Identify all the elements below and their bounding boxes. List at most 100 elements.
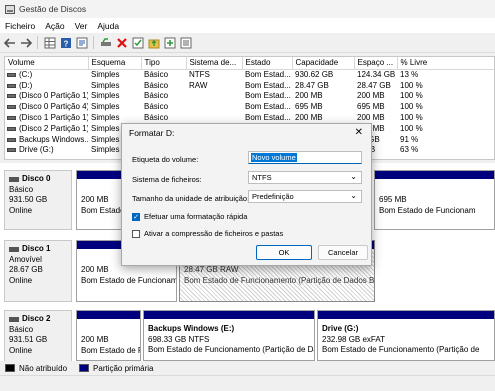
allocation-unit-select[interactable]: Predefinição ⌄ [248,190,362,203]
ok-button[interactable]: OK [256,245,312,260]
connect-icon[interactable] [99,36,112,49]
volume-name: (D:) [19,80,33,90]
table-row[interactable]: (C:) Simples Básico NTFS Bom Estad... 930.62 … [5,69,494,80]
forward-icon[interactable] [19,36,32,49]
back-icon[interactable] [3,36,16,49]
partition-size: 28.47 GB RAW [184,265,239,274]
disk-status: Online [9,275,33,285]
disk-size: 931.51 GB [9,335,48,344]
volume-name: (Disco 0 Partição 1) [19,91,88,101]
volume-icon [7,148,16,153]
volume-name: Backups Windows... [19,134,88,144]
table-row[interactable]: (D:) Simples Básico RAW Bom Estad... 28.47 GB… [5,80,494,91]
partition-stripe [318,311,494,319]
cell-volume: (Disco 0 Partição 1) [5,91,88,102]
cell-scheme: Simples [91,102,120,112]
quick-format-checkbox[interactable]: ✓ [132,212,140,221]
delete-icon[interactable] [115,36,128,49]
filesystem-caption: Sistema de ficheiros: [132,175,202,184]
column-header-volume[interactable]: Volume [5,57,89,70]
grid-icon[interactable] [43,36,56,49]
partition-size: 232.98 GB exFAT [322,334,385,344]
table-row[interactable]: (Disco 0 Partição 1) Simples Básico Bom Est… [5,91,494,102]
volume-label-caption: Etiqueta do volume: [132,155,199,164]
partition-status: Bom Estado de Funcionamento (Partição de… [148,345,315,354]
table-header-row: Volume Esquema Tipo Sistema de... Estado… [5,57,494,70]
column-header-scheme[interactable]: Esquema [88,57,142,70]
disk-icon [9,246,19,252]
partition[interactable]: 200 MB Bom Estado de Fi [76,310,141,361]
legend-label-primary: Partição primária [93,363,154,373]
column-header-status[interactable]: Estado [242,57,293,70]
compression-option[interactable]: Ativar a compressão de ficheiros e pasta… [132,229,283,238]
volume-name: (Disco 1 Partição 1) [19,113,88,123]
menu-bar: Ficheiro Ação Ver Ajuda [0,18,495,33]
table-row[interactable]: (Disco 0 Partição 4) Simples Básico Bom Est… [5,101,494,112]
help-icon[interactable]: ? [59,36,72,49]
cell-percent-free: 100 % [400,91,423,101]
cell-status: Bom Estad... [245,91,291,101]
column-header-free-space[interactable]: Espaço ... [354,57,398,70]
disk-row: Disco 2 Básico 931.51 GB Online 200 MB B… [0,310,495,364]
cell-filesystem: RAW [189,80,208,90]
disk-label[interactable]: Disco 0 Básico 931.50 GB Online [4,170,72,230]
column-header-filesystem[interactable]: Sistema de... [186,57,243,70]
cell-filesystem [186,112,242,123]
disk-name: Disco 2 [22,314,51,323]
cell-volume: (Disco 0 Partição 4) [5,101,88,112]
list-icon[interactable] [179,36,192,49]
volume-label-field[interactable]: Novo volume [248,151,362,164]
filesystem-value: NTFS [252,173,272,182]
cell-capacity: 695 MB [295,102,323,112]
cell-type: Básico [144,113,169,123]
chevron-down-icon: ⌄ [350,172,357,181]
check-icon[interactable] [131,36,144,49]
disk-name: Disco 1 [22,244,51,253]
cell-volume: (C:) [5,69,88,80]
disk-name-line: Disco 1 [9,244,67,255]
column-header-type[interactable]: Tipo [141,57,187,70]
volume-icon [7,83,16,88]
cell-free-space: 695 MB [357,102,385,112]
column-header-percent-free[interactable]: % Livre [397,57,494,70]
partition[interactable]: 695 MB Bom Estado de Funcionam [374,170,495,230]
allocation-unit-caption: Tamanho da unidade de atribuição: [132,194,250,203]
disk-icon [9,316,19,322]
cell-scheme: Simples [91,113,120,123]
legend-swatch-primary [79,364,90,372]
cell-percent-free: 100 % [400,113,423,123]
partition[interactable]: Backups Windows (E:) 698.33 GB NTFS Bom … [143,310,315,361]
new-icon[interactable] [163,36,176,49]
folder-up-icon[interactable] [147,36,160,49]
properties-icon[interactable] [75,36,88,49]
partition[interactable]: Drive (G:) 232.98 GB exFAT Bom Estado de… [317,310,495,361]
disk-type: Básico [9,324,34,334]
partition-name: Backups Windows (E:) [148,324,235,333]
disk-label[interactable]: Disco 2 Básico 931.51 GB Online [4,310,72,364]
partition-stripe [144,311,314,319]
cell-type: Básico [144,102,169,112]
compression-checkbox[interactable] [132,229,140,238]
menu-action[interactable]: Ação [40,21,69,31]
status-bar [0,375,495,391]
partition-name: Drive (G:) [322,324,359,333]
allocation-unit-value: Predefinição [252,192,294,201]
quick-format-option[interactable]: ✓ Efetuar uma formatação rápida [132,212,247,221]
menu-file[interactable]: Ficheiro [0,21,40,31]
column-header-capacity[interactable]: Capacidade [292,57,355,70]
compression-label: Ativar a compressão de ficheiros e pasta… [144,229,284,238]
cancel-button[interactable]: Cancelar [318,245,368,260]
menu-help[interactable]: Ajuda [92,21,124,31]
volume-icon [7,105,16,110]
menu-view[interactable]: Ver [70,21,93,31]
format-dialog: Formatar D: ✕ Etiqueta do volume: Novo v… [121,123,372,266]
partition-status: Bom Estado de Funcionam [379,205,476,215]
cell-filesystem: NTFS [189,70,210,80]
table-row[interactable]: (Disco 1 Partição 1) Simples Básico Bom Est… [5,112,494,123]
disk-label[interactable]: Disco 1 Amovível 28.67 GB Online [4,240,72,302]
filesystem-select[interactable]: NTFS ⌄ [248,171,362,184]
close-icon[interactable]: ✕ [355,127,363,139]
disk-name-line: Disco 2 [9,314,67,325]
window-title: Gestão de Discos [19,4,87,14]
cell-volume: (Disco 1 Partição 1) [5,112,88,123]
